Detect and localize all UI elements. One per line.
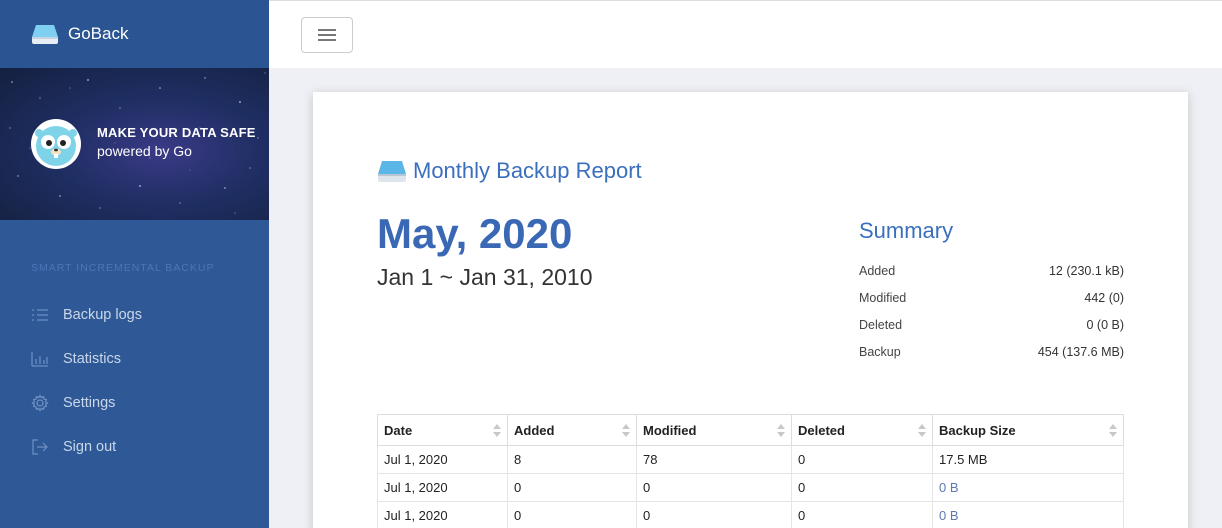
report-date-range: Jan 1 ~ Jan 31, 2010: [377, 264, 593, 290]
report-card: Monthly Backup Report May, 2020 Jan 1 ~ …: [313, 92, 1188, 528]
drive-icon: [378, 161, 406, 182]
cell-modified: 78: [636, 445, 792, 474]
drive-icon: [32, 25, 58, 44]
tagline: MAKE YOUR DATA SAFE powered by Go: [97, 125, 256, 159]
summary-value: 12 (230.1 kB): [1048, 264, 1124, 278]
table-row: Jul 1, 2020 8 78 0 17.5 MB: [377, 445, 1124, 474]
column-header-label: Modified: [643, 422, 697, 438]
bar-chart-icon: [31, 352, 48, 367]
gopher-avatar: [31, 119, 81, 169]
cell-added: 0: [507, 501, 637, 528]
column-header-modified[interactable]: Modified: [636, 414, 792, 446]
sidebar-item-label: Backup logs: [63, 307, 142, 323]
summary-value: 442 (0): [1084, 291, 1124, 305]
tagline-headline: MAKE YOUR DATA SAFE: [97, 125, 256, 140]
summary-panel: Summary Added 12 (230.1 kB) Modified 442…: [859, 218, 1124, 372]
sidebar: GoBack MAKE YOUR DATA SAFE powered by Go…: [0, 0, 269, 528]
menu-toggle-button[interactable]: [301, 17, 353, 53]
hero-banner: MAKE YOUR DATA SAFE powered by Go: [0, 68, 269, 220]
sidebar-item-label: Sign out: [63, 439, 117, 455]
report-title: Monthly Backup Report: [377, 158, 642, 184]
table-row: Jul 1, 2020 0 0 0 0 B: [377, 473, 1124, 502]
summary-label: Added: [859, 264, 896, 278]
cell-deleted: 0: [791, 501, 933, 528]
sort-icon: [777, 424, 785, 437]
sidebar-item-statistics[interactable]: Statistics: [0, 337, 269, 381]
column-header-label: Added: [514, 422, 555, 438]
cell-deleted: 0: [791, 445, 933, 474]
hamburger-icon: [318, 29, 336, 41]
cell-modified: 0: [636, 501, 792, 528]
summary-label: Backup: [859, 345, 901, 359]
column-header-added[interactable]: Added: [507, 414, 637, 446]
column-header-label: Date: [384, 422, 413, 438]
sidebar-menu: SMART INCREMENTAL BACKUP Backup logs Sta…: [0, 220, 269, 469]
brand[interactable]: GoBack: [0, 0, 269, 68]
sort-icon: [622, 424, 630, 437]
sort-icon: [493, 424, 501, 437]
cell-added: 0: [507, 473, 637, 502]
tagline-subline: powered by Go: [97, 143, 192, 159]
table-header-row: Date Added Modified Deleted Backup Size: [377, 414, 1124, 446]
report-month: May, 2020: [377, 210, 573, 257]
report-title-text: Monthly Backup Report: [413, 158, 642, 183]
cell-date: Jul 1, 2020: [377, 445, 508, 474]
sort-icon: [1109, 424, 1117, 437]
cell-backup-size: 17.5 MB: [932, 445, 1124, 474]
cell-deleted: 0: [791, 473, 933, 502]
summary-title: Summary: [859, 218, 954, 243]
cell-added: 8: [507, 445, 637, 474]
cell-backup-size: 0 B: [932, 473, 1124, 502]
summary-label: Deleted: [859, 318, 903, 332]
cell-date: Jul 1, 2020: [377, 501, 508, 528]
summary-label: Modified: [859, 291, 907, 305]
summary-row-modified: Modified 442 (0): [859, 291, 1124, 318]
top-bar: [269, 0, 1222, 68]
summary-value: 454 (137.6 MB): [1037, 345, 1124, 359]
summary-row-deleted: Deleted 0 (0 B): [859, 318, 1124, 345]
sidebar-item-sign-out[interactable]: Sign out: [0, 425, 269, 469]
summary-row-added: Added 12 (230.1 kB): [859, 264, 1124, 291]
menu-section-title: SMART INCREMENTAL BACKUP: [31, 262, 215, 274]
gear-icon: [31, 394, 49, 412]
sidebar-item-settings[interactable]: Settings: [0, 381, 269, 425]
cell-date: Jul 1, 2020: [377, 473, 508, 502]
summary-row-backup: Backup 454 (137.6 MB): [859, 345, 1124, 372]
sign-out-icon: [32, 439, 48, 455]
column-header-date[interactable]: Date: [377, 414, 508, 446]
app-name: GoBack: [68, 24, 129, 43]
table-row: Jul 1, 2020 0 0 0 0 B: [377, 501, 1124, 528]
summary-value: 0 (0 B): [1086, 318, 1124, 332]
cell-modified: 0: [636, 473, 792, 502]
backup-table: Date Added Modified Deleted Backup Size …: [377, 414, 1124, 528]
list-icon: [32, 309, 48, 321]
sidebar-item-label: Settings: [63, 395, 116, 411]
sidebar-item-label: Statistics: [63, 351, 122, 367]
sort-icon: [918, 424, 926, 437]
sidebar-item-backup-logs[interactable]: Backup logs: [0, 293, 269, 337]
cell-backup-size: 0 B: [932, 501, 1124, 528]
column-header-backup-size[interactable]: Backup Size: [932, 414, 1124, 446]
column-header-label: Deleted: [798, 422, 845, 438]
column-header-label: Backup Size: [939, 422, 1016, 438]
column-header-deleted[interactable]: Deleted: [791, 414, 933, 446]
